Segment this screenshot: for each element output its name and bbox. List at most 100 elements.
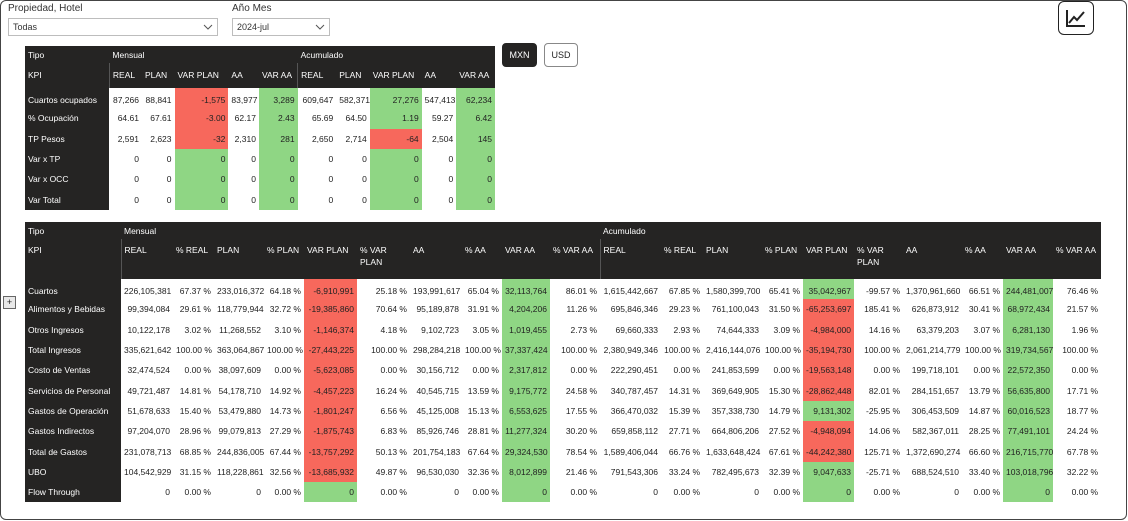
cell-acumulado-real: 366,470,032 (610, 405, 659, 416)
cell-mensual-var-plan: 6.56 % (380, 405, 407, 416)
hotel-dropdown[interactable]: Todas (8, 18, 218, 36)
table-row: UBO 104,542,929 31.15 % 118,228,861 32.56 % -… (25, 461, 1101, 482)
cell-mensual-var-aa: 17.55 % (565, 405, 598, 416)
row-label-cuartos: Cuartos (25, 279, 121, 300)
cell-mensual-plan: 32.72 % (269, 304, 301, 315)
cell-acumulado-real: 0 (328, 194, 334, 205)
col-header-mensual-aa[interactable]: % AA (462, 239, 502, 279)
hotel-slicer: Propiedad, Hotel Todas (8, 3, 218, 36)
row-label-ubo: UBO (25, 461, 121, 482)
cell-mensual-real: 0 (134, 174, 139, 185)
col-header-acumulado-real[interactable]: REAL (297, 63, 337, 88)
col-header-acumulado-real[interactable]: REAL (599, 239, 662, 279)
cell-mensual-var-aa: 100.00 % (561, 345, 598, 356)
col-header-acumulado-real[interactable]: % REAL (661, 239, 704, 279)
cell-acumulado-var-plan: -4,948,094 (803, 421, 855, 442)
cell-mensual-aa: 40,545,715 (416, 385, 459, 396)
col-header-acumulado-var-plan[interactable]: VAR PLAN (369, 63, 422, 88)
period-dropdown[interactable]: 2024-jul (232, 18, 330, 36)
col-header-mensual-real[interactable]: REAL (108, 63, 142, 88)
col-header-mensual-plan[interactable]: PLAN (141, 63, 175, 88)
cell-acumulado-real: 2.93 % (673, 324, 701, 335)
cell-acumulado-var-plan: 125.71 % (864, 446, 901, 457)
group-mensual: Mensual (121, 222, 601, 239)
table-row: Var x OCC 0 0 0 0 0 0 0 0 0 0 (25, 169, 495, 190)
cell-acumulado-real: 2,380,949,346 (603, 345, 659, 356)
cell-mensual-real: 0.00 % (184, 365, 211, 376)
cell-mensual-aa: 85,926,746 (416, 426, 459, 437)
row-label-var-x-tp: Var x TP (25, 148, 110, 170)
col-header-mensual-var-aa[interactable]: % VAR AA (550, 239, 601, 279)
cell-mensual-plan: 14.92 % (269, 385, 301, 396)
col-header-mensual-real[interactable]: % REAL (173, 239, 214, 279)
col-header-acumulado-var-aa[interactable]: VAR AA (1003, 239, 1054, 279)
cell-acumulado-var-aa: 21.57 % (1066, 304, 1099, 315)
cell-acumulado-plan: 0 (362, 154, 367, 165)
cell-acumulado-aa: 100.00 % (965, 345, 1001, 356)
cell-mensual-var-aa: 29,324,530 (502, 441, 550, 462)
cell-mensual-var-plan: 0 (174, 189, 229, 210)
col-header-acumulado-plan[interactable]: PLAN (703, 239, 763, 279)
cell-mensual-real: 10,122,178 (127, 324, 170, 335)
cell-mensual-real: 335,621,642 (124, 345, 172, 356)
col-header-acumulado-aa[interactable]: AA (903, 239, 963, 279)
cell-acumulado-var-aa: 77,491,101 (1003, 421, 1054, 442)
cell-acumulado-plan: 1,580,399,700 (706, 286, 761, 297)
col-header-mensual-aa[interactable]: AA (228, 63, 259, 88)
col-header-mensual-var-aa[interactable]: VAR AA (258, 63, 298, 88)
cell-mensual-var-plan: 49.87 % (375, 466, 407, 477)
table-row: TP Pesos 2,591 2,623 -32 2,310 281 2,650 2,714-… (25, 128, 495, 149)
cell-acumulado-var-plan: -35,194,730 (803, 339, 855, 361)
cell-mensual-real: 0 (134, 194, 139, 205)
cell-acumulado-var-aa: 0.00 % (1071, 365, 1099, 376)
col-header-acumulado-var-plan[interactable]: VAR PLAN (803, 239, 855, 279)
col-header-mensual-aa[interactable]: AA (410, 239, 462, 279)
col-header-acumulado-var-aa[interactable]: VAR AA (456, 63, 495, 88)
cell-mensual-var-plan: 70.64 % (375, 304, 407, 315)
cell-mensual-plan: 0.00 % (274, 365, 301, 376)
cell-mensual-aa: 83,977 (231, 95, 258, 106)
cell-mensual-plan: 0 (166, 194, 172, 205)
cell-acumulado-aa: 626,873,912 (911, 304, 960, 315)
cell-mensual-var-aa: 32,113,764 (502, 279, 550, 300)
cell-acumulado-var-plan: 185.41 % (864, 304, 901, 315)
col-header-acumulado-plan[interactable]: PLAN (336, 63, 370, 88)
cell-mensual-aa: 298,284,218 (413, 345, 461, 356)
cell-mensual-var-plan: 100.00 % (371, 345, 407, 356)
col-header-mensual-var-plan[interactable]: % VAR PLAN (357, 239, 410, 279)
cell-mensual-var-plan: -3.00 (174, 108, 229, 129)
col-header-acumulado-aa[interactable]: AA (421, 63, 457, 88)
cell-acumulado-real: 1,589,406,044 (603, 446, 659, 457)
expand-button[interactable]: + (3, 296, 16, 309)
cell-mensual-var-aa: 37,337,424 (502, 339, 550, 361)
col-header-mensual-var-plan[interactable]: VAR PLAN (174, 63, 229, 88)
cell-acumulado-aa: 13.79 % (968, 385, 1001, 396)
col-header-mensual-real[interactable]: REAL (120, 239, 173, 279)
cell-mensual-aa: 32.36 % (467, 466, 499, 477)
currency-usd-button[interactable]: USD (544, 43, 578, 67)
chart-view-button[interactable] (1058, 1, 1094, 35)
cell-mensual-var-aa: 1,019,455 (502, 319, 550, 340)
col-header-mensual-plan[interactable]: % PLAN (264, 239, 304, 279)
cell-acumulado-plan: 27.52 % (768, 426, 801, 437)
cell-acumulado-real: 65.69 (311, 113, 334, 124)
cell-mensual-var-plan: 0 (174, 169, 229, 190)
currency-mxn-button[interactable]: MXN (502, 43, 537, 67)
col-header-acumulado-var-plan[interactable]: % VAR PLAN (854, 239, 904, 279)
cell-acumulado-var-aa: 76.46 % (1066, 286, 1099, 297)
row-label-costo-de-ventas: Costo de Ventas (25, 360, 121, 381)
col-header-mensual-plan[interactable]: PLAN (214, 239, 264, 279)
col-header-acumulado-plan[interactable]: % PLAN (762, 239, 804, 279)
col-header-acumulado-aa[interactable]: % AA (962, 239, 1004, 279)
col-header-mensual-var-aa[interactable]: VAR AA (502, 239, 550, 279)
cell-mensual-var-plan: -27,443,225 (304, 339, 357, 361)
cell-acumulado-var-aa: 100.00 % (1062, 345, 1099, 356)
col-header-mensual-var-plan[interactable]: VAR PLAN (304, 239, 357, 279)
cell-acumulado-plan: 100.00 % (765, 345, 801, 356)
cell-acumulado-aa: 66.60 % (968, 446, 1001, 457)
col-header-acumulado-var-aa[interactable]: % VAR AA (1053, 239, 1102, 279)
cell-acumulado-plan: 0.00 % (773, 365, 801, 376)
cell-acumulado-aa: 688,524,510 (911, 466, 960, 477)
cell-mensual-var-plan: 0 (174, 148, 229, 170)
cell-acumulado-aa: 59.27 (431, 113, 454, 124)
